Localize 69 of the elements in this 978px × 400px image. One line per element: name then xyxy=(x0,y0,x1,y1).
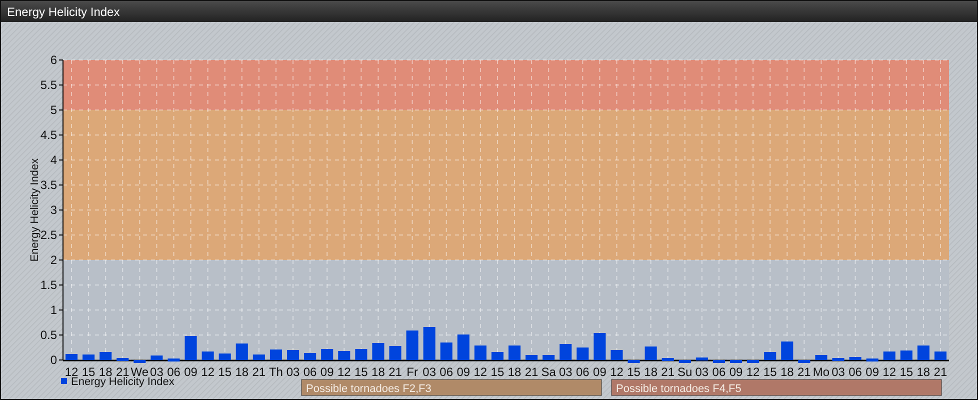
y-tick-label: 5 xyxy=(50,103,57,117)
x-tick-label: 12 xyxy=(610,365,624,379)
x-tick-label: 15 xyxy=(354,365,368,379)
x-tick-label: 03 xyxy=(558,365,572,379)
x-tick-label: 15 xyxy=(490,365,504,379)
x-tick-label: 09 xyxy=(456,365,470,379)
x-tick-label: 03 xyxy=(422,365,436,379)
x-tick-label: 21 xyxy=(388,365,402,379)
y-tick-label: 4.5 xyxy=(40,128,57,142)
x-tick-label: Su xyxy=(678,365,692,379)
x-tick-label: 06 xyxy=(848,365,862,379)
x-tick-label: 18 xyxy=(98,365,112,379)
x-tick-label: 18 xyxy=(508,365,522,379)
y-tick-label: 1.5 xyxy=(40,278,57,292)
window-title: Energy Helicity Index xyxy=(1,1,977,22)
x-tick-label: 12 xyxy=(882,365,896,379)
x-tick-label: 18 xyxy=(235,365,249,379)
x-tick-label: 15 xyxy=(82,365,96,379)
x-tick-label: 06 xyxy=(303,365,317,379)
x-tick-label: 06 xyxy=(167,365,180,379)
legend-label: Energy Helicity Index xyxy=(71,376,174,388)
y-tick-label: 1 xyxy=(50,303,57,317)
x-tick-label: 15 xyxy=(900,365,914,379)
x-tick-label: 18 xyxy=(916,365,930,379)
x-tick-label: 12 xyxy=(474,365,488,379)
y-tick-label: 6 xyxy=(50,53,57,67)
x-tick-label: 21 xyxy=(252,365,266,379)
y-tick-label: 4 xyxy=(50,153,57,167)
band-label: Possible tornadoes F2,F3 xyxy=(306,383,432,395)
x-tick-label: 09 xyxy=(593,365,606,379)
y-tick-label: 0 xyxy=(50,353,57,367)
x-tick-label: We xyxy=(130,365,149,379)
x-tick-label: 09 xyxy=(729,365,743,379)
x-tick-label: 15 xyxy=(218,365,232,379)
x-tick-label: 21 xyxy=(934,365,948,379)
x-tick-label: Sa xyxy=(541,365,556,379)
x-tick-label: 09 xyxy=(866,365,879,379)
x-tick-label: 18 xyxy=(372,365,385,379)
y-tick-label: 2 xyxy=(50,253,57,267)
x-tick-label: 03 xyxy=(286,365,300,379)
x-tick-label: 06 xyxy=(440,365,454,379)
x-tick-label: 03 xyxy=(695,365,709,379)
x-tick-label: 06 xyxy=(576,365,590,379)
x-tick-label: 03 xyxy=(832,365,845,379)
x-tick-label: 12 xyxy=(201,365,214,379)
x-tick-label: Fr xyxy=(406,365,418,379)
x-tick-label: 15 xyxy=(763,365,777,379)
x-tick-label: 21 xyxy=(524,365,538,379)
x-tick-label: 03 xyxy=(150,365,164,379)
y-axis-title: Energy Helicity Index xyxy=(29,158,41,262)
x-tick-label: 09 xyxy=(184,365,198,379)
x-tick-label: 12 xyxy=(746,365,760,379)
x-tick-label: 12 xyxy=(64,365,78,379)
y-tick-label: 2.5 xyxy=(40,228,57,242)
x-tick-label: Th xyxy=(268,365,283,379)
band-label: Possible tornadoes F4,F5 xyxy=(616,383,742,395)
x-tick-label: 21 xyxy=(798,365,811,379)
y-tick-label: 3 xyxy=(50,203,57,217)
x-tick-label: 09 xyxy=(320,365,334,379)
x-tick-label: 18 xyxy=(780,365,794,379)
y-tick-label: 3.5 xyxy=(40,178,57,192)
x-tick-label: 18 xyxy=(644,365,658,379)
y-tick-label: 0.5 xyxy=(40,328,57,342)
x-tick-label: 12 xyxy=(337,365,351,379)
y-tick-label: 5.5 xyxy=(40,78,57,92)
x-tick-label: 06 xyxy=(712,365,726,379)
x-tick-label: 15 xyxy=(627,365,640,379)
x-tick-label: Mo xyxy=(812,365,830,379)
x-tick-label: 21 xyxy=(661,365,675,379)
